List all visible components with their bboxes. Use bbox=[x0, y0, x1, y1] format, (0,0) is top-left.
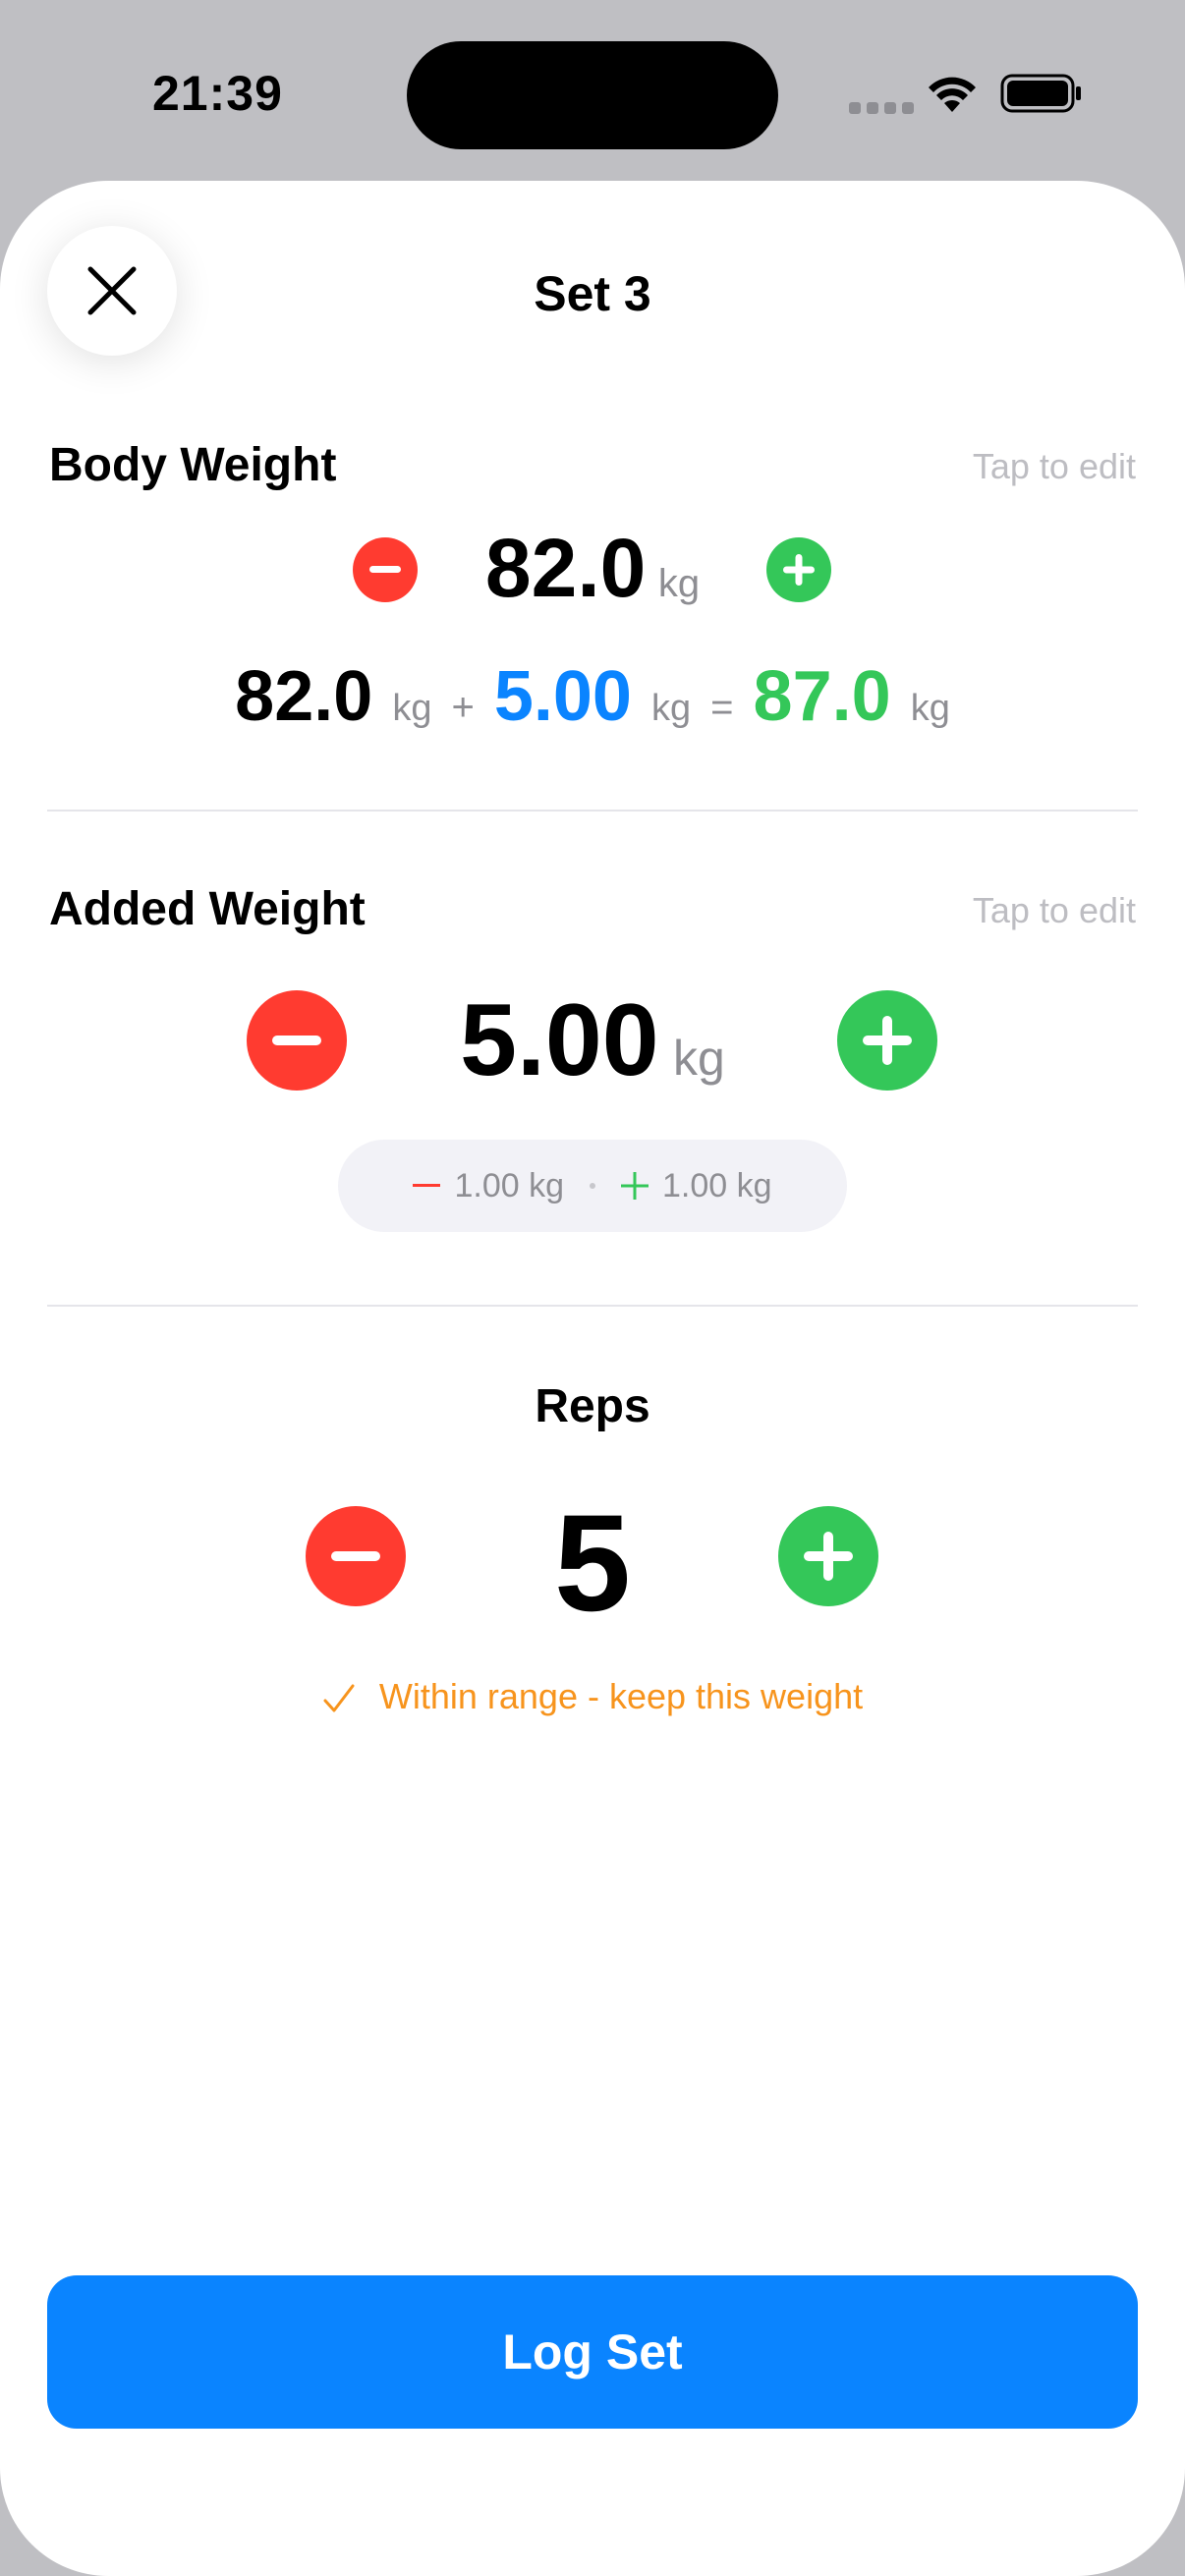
battery-icon bbox=[1000, 74, 1081, 113]
body-weight-tap-hint[interactable]: Tap to edit bbox=[973, 446, 1136, 487]
reps-label: Reps bbox=[535, 1380, 650, 1432]
plus-icon bbox=[863, 1016, 912, 1065]
added-weight-tap-hint[interactable]: Tap to edit bbox=[973, 890, 1136, 931]
checkmark-icon bbox=[323, 1684, 355, 1712]
page-title: Set 3 bbox=[534, 266, 651, 321]
dynamic-island bbox=[407, 41, 778, 149]
divider bbox=[47, 810, 1138, 812]
added-weight-increment-button[interactable] bbox=[837, 990, 937, 1091]
formula-body-unit: kg bbox=[392, 688, 432, 729]
formula-total-value: 87.0 bbox=[753, 657, 891, 736]
body-weight-label: Body Weight bbox=[49, 439, 337, 491]
reps-value: 5 bbox=[554, 1485, 631, 1640]
reps-hint: Within range - keep this weight bbox=[0, 1676, 1185, 1717]
added-weight-label: Added Weight bbox=[49, 883, 366, 935]
minus-icon bbox=[413, 1184, 441, 1187]
log-set-button[interactable]: Log Set bbox=[47, 2275, 1138, 2429]
log-set-label: Log Set bbox=[502, 2324, 683, 2380]
step-size-control: 1.00 kg 1.00 kg bbox=[338, 1140, 847, 1232]
formula-added-value: 5.00 bbox=[493, 657, 632, 736]
cellular-signal-icon bbox=[849, 102, 914, 114]
body-weight-value-row[interactable]: 82.0 kg bbox=[0, 521, 1185, 616]
step-decrement-button[interactable]: 1.00 kg bbox=[387, 1167, 590, 1205]
added-weight-value-row[interactable]: 5.00 kg bbox=[0, 982, 1185, 1099]
total-weight-formula: 82.0 kg + 5.00 kg = 87.0 kg bbox=[0, 656, 1185, 737]
formula-equals: = bbox=[710, 686, 734, 729]
wifi-icon bbox=[929, 77, 976, 112]
status-bar: 21:39 bbox=[0, 0, 1185, 187]
added-weight-unit: kg bbox=[673, 1031, 725, 1086]
formula-body-value: 82.0 bbox=[235, 657, 373, 736]
added-weight-value: 5.00 bbox=[460, 983, 659, 1097]
plus-icon bbox=[804, 1532, 853, 1581]
plus-icon bbox=[621, 1172, 649, 1200]
step-plus-label: 1.00 kg bbox=[662, 1166, 772, 1204]
body-weight-value: 82.0 bbox=[484, 522, 647, 614]
reps-value-row[interactable]: 5 bbox=[0, 1484, 1185, 1643]
formula-added-unit: kg bbox=[651, 688, 692, 729]
formula-plus: + bbox=[451, 686, 475, 729]
formula-total-unit: kg bbox=[910, 688, 950, 729]
status-time: 21:39 bbox=[152, 66, 283, 121]
reps-hint-text: Within range - keep this weight bbox=[378, 1676, 864, 1716]
step-minus-label: 1.00 kg bbox=[454, 1166, 564, 1204]
plus-icon bbox=[783, 554, 815, 586]
reps-increment-button[interactable] bbox=[778, 1506, 878, 1606]
step-increment-button[interactable]: 1.00 kg bbox=[595, 1167, 798, 1205]
body-weight-increment-button[interactable] bbox=[766, 537, 831, 602]
divider bbox=[47, 1305, 1138, 1307]
body-weight-unit: kg bbox=[657, 562, 701, 605]
